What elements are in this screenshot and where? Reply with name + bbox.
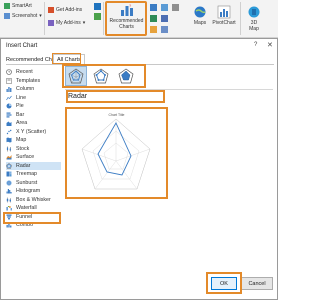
waterfall-chart-icon[interactable] <box>161 15 168 22</box>
cancel-button[interactable]: Cancel <box>241 277 273 290</box>
line-chart-icon[interactable] <box>150 15 157 22</box>
store-icon <box>48 7 54 13</box>
category-surface[interactable]: Surface <box>6 153 61 162</box>
bar-chart-icon <box>6 112 12 118</box>
pie-chart-icon[interactable] <box>150 26 157 33</box>
waterfall-chart-icon <box>6 206 12 211</box>
category-recent[interactable]: Recent <box>6 68 61 77</box>
3d-map-icon <box>248 6 260 18</box>
radar-chart-icon <box>6 162 12 169</box>
category-scatter[interactable]: X Y (Scatter) <box>6 128 61 137</box>
close-icon[interactable]: ✕ <box>267 41 273 49</box>
3d-map-button[interactable]: 3D Map <box>244 5 264 32</box>
treemap-chart-icon <box>6 171 12 177</box>
category-bar[interactable]: Bar <box>6 111 61 120</box>
screenshot-icon <box>4 13 10 19</box>
get-addins-button[interactable]: Get Add-ins <box>48 7 82 13</box>
column-chart-icon[interactable] <box>150 4 157 11</box>
bing-maps-icon[interactable] <box>94 3 101 10</box>
surface-chart-icon <box>6 155 12 160</box>
category-histogram[interactable]: Histogram <box>6 187 61 196</box>
category-line[interactable]: Line <box>6 94 61 103</box>
my-addins-button[interactable]: My Add-ins ▾ <box>48 20 85 26</box>
statistic-chart-icon[interactable] <box>172 4 179 11</box>
category-column[interactable]: Column <box>6 85 61 94</box>
smartart-icon <box>4 3 10 9</box>
addins-icon <box>48 20 54 26</box>
screenshot-button[interactable]: Screenshot ▾ <box>4 13 42 19</box>
scatter-chart-icon <box>6 129 12 134</box>
scatter-chart-icon[interactable] <box>161 26 168 33</box>
chart-category-list: Recent Templates Column Line Pie Bar Are… <box>6 68 61 230</box>
insert-chart-dialog: Insert Chart ? ✕ Recommended Charts All … <box>0 38 278 300</box>
category-radar[interactable]: Radar <box>6 161 61 170</box>
ribbon: SmartArt Screenshot ▾ Get Add-ins My Add… <box>0 0 278 38</box>
subtype-highlight <box>62 64 146 88</box>
ribbon-separator <box>44 2 45 35</box>
column-chart-icon <box>6 87 12 93</box>
area-chart-icon <box>6 121 12 127</box>
ribbon-separator <box>240 2 241 35</box>
recommended-charts-highlight <box>105 1 147 36</box>
category-area[interactable]: Area <box>6 119 61 128</box>
hierarchy-chart-icon[interactable] <box>161 4 168 11</box>
box-whisker-chart-icon <box>6 197 11 203</box>
maps-button[interactable]: Maps <box>192 5 208 27</box>
pie-chart-icon <box>6 103 12 109</box>
chevron-down-icon: ▾ <box>82 20 86 26</box>
line-chart-icon <box>6 95 12 100</box>
dialog-title: Insert Chart <box>6 43 38 49</box>
recent-icon <box>6 69 12 76</box>
all-charts-tab-highlight <box>52 53 81 64</box>
histogram-chart-icon <box>6 189 12 194</box>
chart-preview[interactable]: Chart Title <box>65 107 168 199</box>
ribbon-separator <box>103 2 104 35</box>
category-treemap[interactable]: Treemap <box>6 170 61 179</box>
category-pie[interactable]: Pie <box>6 102 61 111</box>
subtype-heading-highlight <box>66 90 165 103</box>
chevron-down-icon: ▾ <box>39 13 42 19</box>
category-box-whisker[interactable]: Box & Whisker <box>6 196 61 205</box>
stock-chart-icon <box>6 146 11 152</box>
templates-icon <box>6 78 12 84</box>
globe-icon <box>194 6 206 18</box>
category-templates[interactable]: Templates <box>6 77 61 86</box>
people-graph-icon[interactable] <box>94 13 101 20</box>
help-icon[interactable]: ? <box>254 42 257 48</box>
smartart-button[interactable]: SmartArt <box>4 3 32 9</box>
pivotchart-button[interactable]: PivotChart <box>210 5 238 27</box>
map-chart-icon <box>6 137 12 143</box>
category-map[interactable]: Map <box>6 136 61 145</box>
ok-button-highlight <box>206 272 242 294</box>
preview-radar-chart <box>81 118 151 190</box>
pivotchart-icon <box>217 5 231 19</box>
category-stock[interactable]: Stock <box>6 145 61 154</box>
sunburst-chart-icon <box>6 180 12 186</box>
category-sunburst[interactable]: Sunburst <box>6 179 61 188</box>
radar-category-highlight <box>3 212 61 224</box>
